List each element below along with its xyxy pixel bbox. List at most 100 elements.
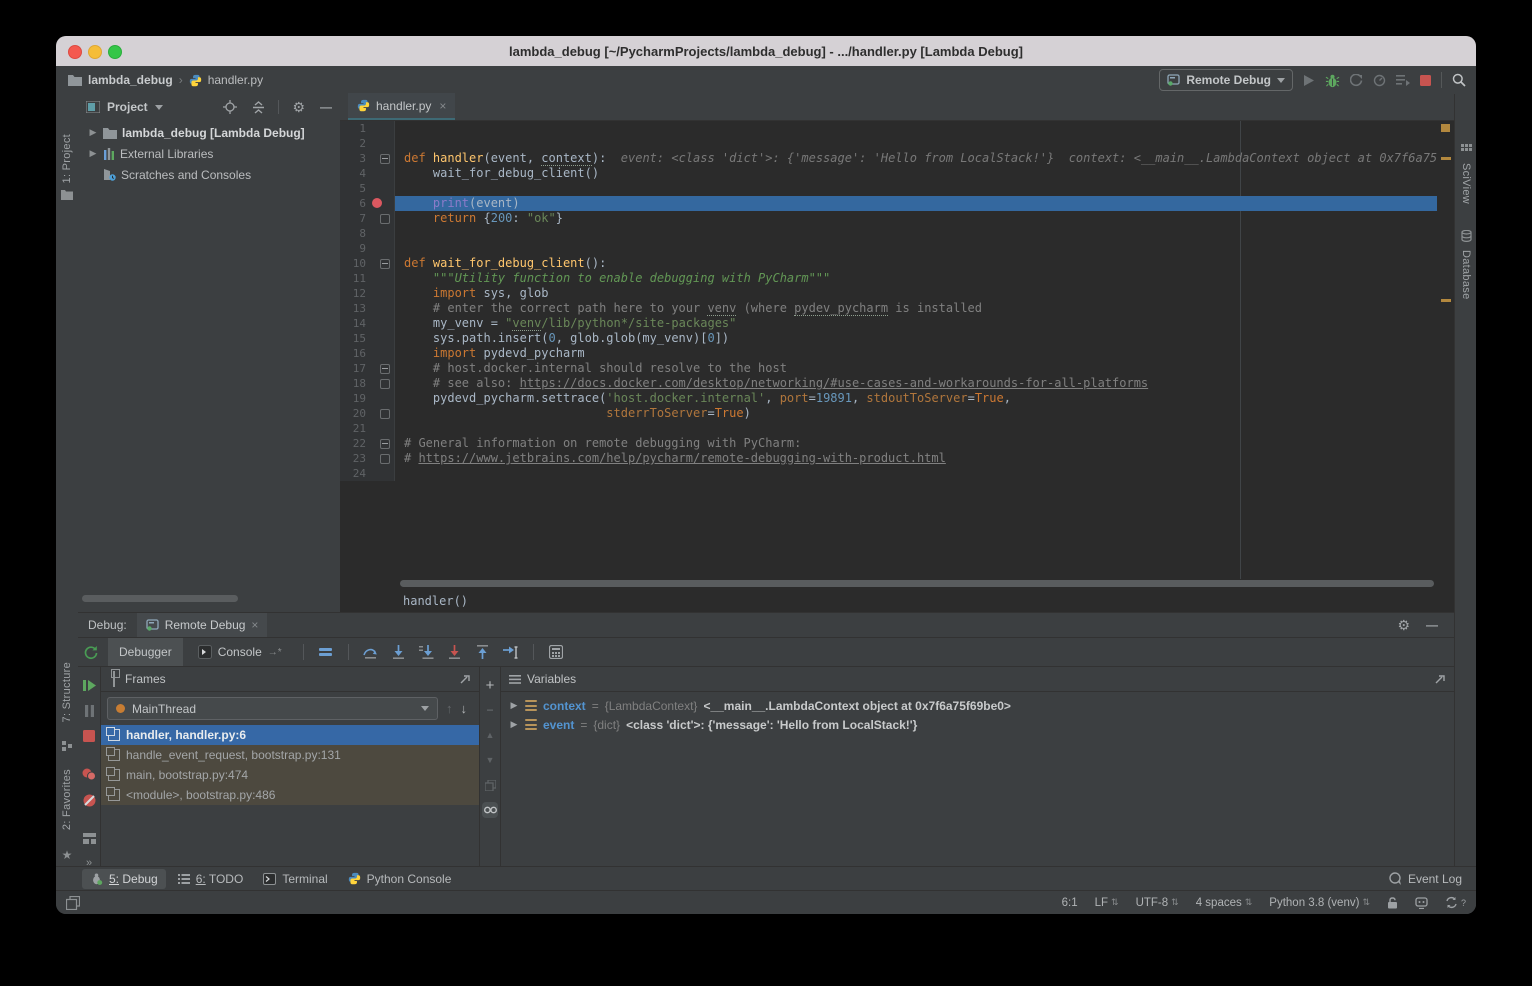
code-line-12[interactable]: 12 import sys, glob xyxy=(340,286,1454,301)
gutter-cell[interactable]: 7 xyxy=(340,211,395,226)
tab-console[interactable]: Console →* xyxy=(187,638,293,666)
run-to-cursor-icon[interactable] xyxy=(499,641,523,663)
code-line-19[interactable]: 19 pydevd_pycharm.settrace('host.docker.… xyxy=(340,391,1454,406)
toolwindow-button-python-console[interactable]: Python Console xyxy=(340,869,460,889)
gutter-cell[interactable]: 18 xyxy=(340,376,395,391)
running-list-button[interactable] xyxy=(1396,74,1410,86)
code-line-13[interactable]: 13 # enter the correct path here to your… xyxy=(340,301,1454,316)
gutter-cell[interactable]: 22 xyxy=(340,436,395,451)
code-line-9[interactable]: 9 xyxy=(340,241,1454,256)
code-line-8[interactable]: 8 xyxy=(340,226,1454,241)
fold-marker-icon[interactable] xyxy=(380,454,390,464)
code-line-23[interactable]: 23# https://www.jetbrains.com/help/pycha… xyxy=(340,451,1454,466)
code-line-7[interactable]: 7 return {200: "ok"} xyxy=(340,211,1454,226)
toolwindow-button-todo[interactable]: 6: TODO xyxy=(170,869,252,889)
variables-menu-icon[interactable] xyxy=(509,675,521,684)
duplicate-watch-button[interactable] xyxy=(482,777,498,793)
code-line-10[interactable]: 10def wait_for_debug_client(): xyxy=(340,256,1454,271)
force-step-into-icon[interactable] xyxy=(415,641,439,663)
code-line-21[interactable]: 21 xyxy=(340,421,1454,436)
project-panel-title[interactable]: Project xyxy=(107,100,148,114)
gutter-cell[interactable]: 14 xyxy=(340,316,395,331)
project-hscrollbar[interactable] xyxy=(82,595,238,602)
code-line-16[interactable]: 16 import pydevd_pycharm xyxy=(340,346,1454,361)
gutter-cell[interactable]: 16 xyxy=(340,346,395,361)
resume-button[interactable] xyxy=(83,679,96,692)
fold-marker-icon[interactable] xyxy=(380,409,390,419)
toolwindow-button-terminal[interactable]: Terminal xyxy=(255,869,335,889)
move-watch-down-button[interactable]: ▼ xyxy=(482,752,498,768)
gutter-cell[interactable]: 1 xyxy=(340,121,395,136)
show-watches-in-variables-toggle[interactable] xyxy=(482,802,498,818)
gutter-cell[interactable]: 6 xyxy=(340,196,395,211)
tree-item-external-libraries[interactable]: ▶ External Libraries xyxy=(78,143,340,164)
frame-row[interactable]: handler, handler.py:6 xyxy=(101,725,479,745)
code-line-18[interactable]: 18 # see also: https://docs.docker.com/d… xyxy=(340,376,1454,391)
frame-row[interactable]: handle_event_request, bootstrap.py:131 xyxy=(101,745,479,765)
frame-row[interactable]: <module>, bootstrap.py:486 xyxy=(101,785,479,805)
debug-button[interactable] xyxy=(1325,73,1340,88)
toolwindow-button-debug[interactable]: 5: Debug xyxy=(82,869,166,889)
settings-gear-icon[interactable]: ⚙ xyxy=(292,99,305,116)
gutter-cell[interactable]: 24 xyxy=(340,466,395,481)
toolwindow-switcher-icon[interactable] xyxy=(66,896,80,910)
evaluate-expression-icon[interactable] xyxy=(544,641,568,663)
coverage-button[interactable] xyxy=(1350,74,1363,87)
readonly-lock-icon[interactable] xyxy=(1387,897,1398,909)
show-execution-point-icon[interactable] xyxy=(314,641,338,663)
gutter-cell[interactable]: 11 xyxy=(340,271,395,286)
chevron-right-icon[interactable]: ▶ xyxy=(88,127,98,138)
fold-marker-icon[interactable] xyxy=(380,259,390,269)
fold-marker-icon[interactable] xyxy=(380,379,390,389)
close-window-button[interactable] xyxy=(68,45,82,59)
restore-layout-button[interactable] xyxy=(83,833,96,844)
code-line-15[interactable]: 15 sys.path.insert(0, glob.glob(my_venv)… xyxy=(340,331,1454,346)
gutter-cell[interactable]: 2 xyxy=(340,136,395,151)
code-line-1[interactable]: 1 xyxy=(340,121,1454,136)
code-line-2[interactable]: 2 xyxy=(340,136,1454,151)
warning-mark[interactable] xyxy=(1441,157,1451,160)
debug-session-tab[interactable]: Remote Debug × xyxy=(137,613,268,637)
stop-debug-button[interactable] xyxy=(83,730,95,742)
pause-button[interactable] xyxy=(84,705,95,717)
code-line-20[interactable]: 20 stderrToServer=True) xyxy=(340,406,1454,421)
breadcrumb-file[interactable]: handler.py xyxy=(208,73,263,87)
gutter-cell[interactable]: 8 xyxy=(340,226,395,241)
error-stripe[interactable] xyxy=(1438,121,1454,579)
step-into-icon[interactable] xyxy=(387,641,411,663)
stop-button[interactable] xyxy=(1420,75,1431,86)
minimize-window-button[interactable] xyxy=(88,45,102,59)
gutter-cell[interactable]: 21 xyxy=(340,421,395,436)
gutter-cell[interactable]: 12 xyxy=(340,286,395,301)
screen-reader-icon[interactable] xyxy=(1415,897,1428,909)
editor-tab-handler[interactable]: handler.py × xyxy=(348,93,455,120)
gutter-cell[interactable]: 13 xyxy=(340,301,395,316)
thread-selector[interactable]: MainThread xyxy=(107,697,438,720)
tool-button-favorites[interactable]: 2: Favorites xyxy=(61,769,73,830)
code-line-5[interactable]: 5 xyxy=(340,181,1454,196)
settings-gear-icon[interactable]: ⚙ xyxy=(1397,617,1410,634)
gutter-cell[interactable]: 20 xyxy=(340,406,395,421)
pin-icon[interactable] xyxy=(1434,673,1446,685)
step-out-of-block-icon[interactable] xyxy=(443,641,467,663)
breakpoint-dot[interactable] xyxy=(372,198,382,208)
interpreter-select[interactable]: Python 3.8 (venv)⇅ xyxy=(1269,897,1370,909)
hide-panel-icon[interactable]: — xyxy=(1426,618,1438,632)
step-over-icon[interactable] xyxy=(359,641,383,663)
fold-marker-icon[interactable] xyxy=(380,439,390,449)
add-watch-button[interactable]: + xyxy=(482,677,498,693)
fold-marker-icon[interactable] xyxy=(380,154,390,164)
line-separator-select[interactable]: LF⇅ xyxy=(1095,897,1119,909)
variable-row-context[interactable]: ▶ context = {LambdaContext} <__main__.La… xyxy=(501,696,1454,715)
gutter-cell[interactable]: 17 xyxy=(340,361,395,376)
tool-button-database[interactable]: Database xyxy=(1460,250,1472,300)
sync-status-icon[interactable]: ? xyxy=(1445,896,1466,909)
code-line-24[interactable]: 24 xyxy=(340,466,1454,481)
gutter-cell[interactable]: 4 xyxy=(340,166,395,181)
mute-breakpoints-button[interactable] xyxy=(83,794,96,807)
fold-marker-icon[interactable] xyxy=(380,214,390,224)
code-line-14[interactable]: 14 my_venv = "venv/lib/python*/site-pack… xyxy=(340,316,1454,331)
gutter-cell[interactable]: 3 xyxy=(340,151,395,166)
search-everywhere-icon[interactable] xyxy=(1452,73,1466,87)
tab-debugger[interactable]: Debugger xyxy=(108,638,183,666)
